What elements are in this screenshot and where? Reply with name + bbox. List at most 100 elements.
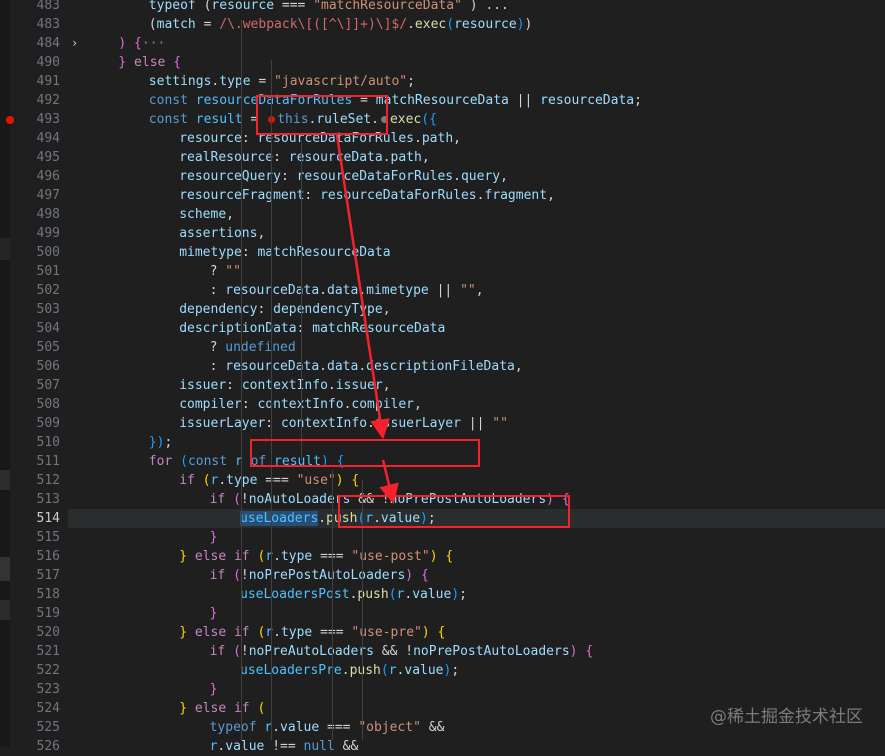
- code-line[interactable]: }: [68, 528, 885, 547]
- line-number[interactable]: 493: [10, 110, 60, 129]
- code-line[interactable]: resourceFragment: resourceDataForRules.f…: [68, 186, 885, 205]
- line-number[interactable]: 515: [10, 528, 60, 547]
- line-number[interactable]: 514: [10, 509, 60, 528]
- code-token: .: [367, 416, 375, 431]
- code-line[interactable]: const resourceDataForRules = matchResour…: [68, 91, 885, 110]
- code-line[interactable]: : resourceData.data.mimetype || "",: [68, 281, 885, 300]
- line-number[interactable]: 512: [10, 471, 60, 490]
- code-line[interactable]: useLoadersPre.push(r.value);: [68, 661, 885, 680]
- code-line[interactable]: } else {: [68, 53, 885, 72]
- line-number[interactable]: 523: [10, 680, 60, 699]
- code-line[interactable]: resource: resourceDataForRules.path,: [68, 129, 885, 148]
- line-number[interactable]: 520: [10, 623, 60, 642]
- fold-chevron-icon[interactable]: ›: [71, 34, 81, 53]
- code-token: compiler: [351, 397, 415, 412]
- line-number[interactable]: 496: [10, 167, 60, 186]
- breakpoint-icon[interactable]: [6, 116, 14, 124]
- line-number[interactable]: 483: [10, 0, 60, 15]
- code-line[interactable]: : resourceData.data.descriptionFileData,: [68, 357, 885, 376]
- line-number[interactable]: 522: [10, 661, 60, 680]
- code-token: else: [194, 701, 227, 716]
- line-number[interactable]: 492: [10, 91, 60, 110]
- line-number[interactable]: 495: [10, 148, 60, 167]
- code-line[interactable]: const result = this.ruleSet. exec({: [68, 110, 885, 129]
- line-number[interactable]: 524: [10, 699, 60, 718]
- code-token: :: [265, 416, 281, 431]
- line-number[interactable]: 506: [10, 357, 60, 376]
- line-number[interactable]: 518: [10, 585, 60, 604]
- code-line[interactable]: dependency: dependencyType,: [68, 300, 885, 319]
- code-line[interactable]: assertions,: [68, 224, 885, 243]
- code-token: :: [209, 283, 226, 298]
- line-number[interactable]: 490: [10, 53, 60, 72]
- code-line[interactable]: ? "": [68, 262, 885, 281]
- code-line[interactable]: }: [68, 680, 885, 699]
- code-line[interactable]: issuer: contextInfo.issuer,: [68, 376, 885, 395]
- code-token: {: [437, 625, 446, 640]
- code-line[interactable]: if (!noPrePostAutoLoaders) {: [68, 566, 885, 585]
- code-token: resource: [454, 17, 517, 32]
- line-number[interactable]: 507: [10, 376, 60, 395]
- code-line[interactable]: useLoadersPost.push(r.value);: [68, 585, 885, 604]
- code-line[interactable]: settings.type = "javascript/auto";: [68, 72, 885, 91]
- code-line[interactable]: } else if (r.type === "use-post") {: [68, 547, 885, 566]
- code-line[interactable]: descriptionData: matchResourceData: [68, 319, 885, 338]
- code-editor[interactable]: typeof (resource === "matchResourceData"…: [68, 0, 885, 754]
- strip-mark: [0, 557, 10, 581]
- line-number[interactable]: 484: [10, 34, 60, 53]
- line-number[interactable]: 508: [10, 395, 60, 414]
- code-line[interactable]: scheme,: [68, 205, 885, 224]
- line-number[interactable]: 499: [10, 224, 60, 243]
- code-line[interactable]: mimetype: matchResourceData: [68, 243, 885, 262]
- code-line[interactable]: }: [68, 604, 885, 623]
- line-number[interactable]: 497: [10, 186, 60, 205]
- code-line[interactable]: if (!noPreAutoLoaders && !noPrePostAutoL…: [68, 642, 885, 661]
- code-line[interactable]: compiler: contextInfo.compiler,: [68, 395, 885, 414]
- code-line[interactable]: ? undefined: [68, 338, 885, 357]
- line-number[interactable]: 525: [10, 718, 60, 737]
- line-number[interactable]: 501: [10, 262, 60, 281]
- code-token: }: [209, 682, 218, 697]
- line-number[interactable]: 510: [10, 433, 60, 452]
- line-number[interactable]: 505: [10, 338, 60, 357]
- line-number[interactable]: 511: [10, 452, 60, 471]
- line-number[interactable]: 500: [10, 243, 60, 262]
- code-token: const: [187, 454, 228, 469]
- code-token: ,: [500, 169, 508, 184]
- code-token: (: [202, 473, 211, 488]
- code-token: ||: [428, 283, 461, 298]
- code-line[interactable]: (match = /\.webpack\[([^\]]+)\]$/.exec(r…: [68, 15, 885, 34]
- line-number[interactable]: 498: [10, 205, 60, 224]
- line-number[interactable]: 517: [10, 566, 60, 585]
- code-token: .: [319, 359, 327, 374]
- code-line[interactable]: if (r.type === "use") {: [68, 471, 885, 490]
- line-number[interactable]: 502: [10, 281, 60, 300]
- code-line[interactable]: typeof (resource === "matchResourceData"…: [68, 0, 885, 15]
- line-number[interactable]: 513: [10, 490, 60, 509]
- line-number[interactable]: 483: [10, 15, 60, 34]
- code-token: (: [233, 568, 241, 583]
- code-line[interactable]: ) {··· ›: [68, 34, 885, 53]
- code-line[interactable]: realResource: resourceData.path,: [68, 148, 885, 167]
- line-number[interactable]: 503: [10, 300, 60, 319]
- code-token: {: [420, 568, 429, 583]
- editor-gutter[interactable]: 483 483 484 490 491 492 493 494 495 496 497 498 499 5…: [6, 0, 68, 754]
- line-number[interactable]: 521: [10, 642, 60, 661]
- line-number[interactable]: 519: [10, 604, 60, 623]
- code-token: else: [134, 55, 166, 70]
- line-number[interactable]: 509: [10, 414, 60, 433]
- code-line[interactable]: issuerLayer: contextInfo.issuerLayer || …: [68, 414, 885, 433]
- line-number[interactable]: 491: [10, 72, 60, 91]
- code-token: if: [209, 644, 226, 659]
- line-number[interactable]: 494: [10, 129, 60, 148]
- code-line[interactable]: resourceQuery: resourceDataForRules.quer…: [68, 167, 885, 186]
- code-token: typeof: [148, 0, 196, 13]
- line-number[interactable]: 504: [10, 319, 60, 338]
- code-token: ,: [382, 378, 391, 393]
- line-number[interactable]: 516: [10, 547, 60, 566]
- code-line[interactable]: } else if (r.type === "use-pre") {: [68, 623, 885, 642]
